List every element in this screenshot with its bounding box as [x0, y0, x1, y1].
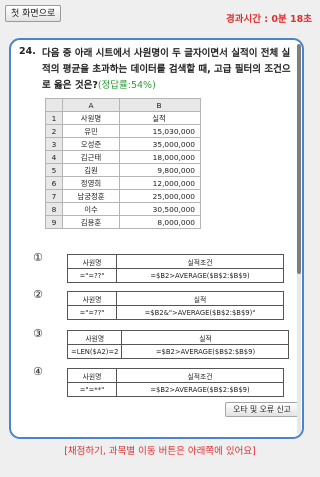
option-2-marker[interactable]: ②: [33, 289, 43, 301]
question-body: 다음 중 아래 시트에서 사원명이 두 글자이면서 실적이 전체 실적의 평균을…: [42, 48, 291, 91]
criteria-header-1: 사원명: [67, 254, 117, 269]
question-text: 다음 중 아래 시트에서 사원명이 두 글자이면서 실적이 전체 실적의 평균을…: [42, 46, 298, 94]
spreadsheet: A B 1 사원명 실적 2 유민 15,030,000 3 오성준 35,000,000 …: [45, 98, 201, 229]
criteria-header-2: 실적조건: [116, 368, 284, 383]
option-1-marker[interactable]: ①: [33, 252, 43, 264]
criteria-value-1: ="=**": [67, 382, 117, 397]
cell-b: 9,800,000: [119, 163, 201, 177]
cell-a: 남궁정훈: [62, 189, 120, 203]
cell-a: 김원: [62, 163, 120, 177]
criteria-header-2: 실적: [121, 330, 290, 345]
criteria-header-1: 사원명: [66, 330, 123, 345]
corner-cell: [45, 98, 63, 112]
row-number: 2: [45, 124, 63, 138]
criteria-value-2: =$B2&">AVERAGE($B$2:$B$9)": [116, 305, 284, 320]
criteria-header-1: 사원명: [67, 368, 117, 383]
criteria-header-2: 실적: [116, 291, 284, 306]
cell-a: 사원명: [62, 111, 120, 125]
row-number: 8: [45, 202, 63, 216]
cell-a: 김근태: [62, 150, 120, 164]
report-error-button[interactable]: 오타 및 오류 신고: [225, 402, 299, 417]
cell-b: 실적: [119, 111, 201, 125]
row-number: 6: [45, 176, 63, 190]
cell-b: 8,000,000: [119, 215, 201, 229]
option-4-criteria[interactable]: 사원명 실적조건 ="=**" =$B2>AVERAGE($B$2:$B$9): [67, 368, 284, 397]
option-3-criteria[interactable]: 사원명 실적 =LEN($A2)=2 =$B2>AVERAGE($B$2:$B$9): [66, 330, 290, 359]
cell-b: 25,000,000: [119, 189, 201, 203]
criteria-value-1: ="=??": [67, 268, 117, 283]
row-number: 7: [45, 189, 63, 203]
option-1-criteria[interactable]: 사원명 실적조건 ="=??" =$B2>AVERAGE($B$2:$B$9): [67, 254, 284, 283]
criteria-value-2: =$B2>AVERAGE($B$2:$B$9): [116, 268, 284, 283]
cell-a: 오성준: [62, 137, 120, 151]
footer-notice: [채점하기, 과목별 이동 버튼은 아래쪽에 있어요]: [64, 446, 256, 457]
cell-b: 30,500,000: [119, 202, 201, 216]
cell-b: 15,030,000: [119, 124, 201, 138]
option-4-marker[interactable]: ④: [33, 366, 43, 378]
cell-a: 유민: [62, 124, 120, 138]
cell-b: 12,000,000: [119, 176, 201, 190]
home-button[interactable]: 첫 화면으로: [5, 5, 62, 22]
col-header-b: B: [119, 98, 201, 112]
criteria-header-2: 실적조건: [116, 254, 284, 269]
criteria-value-2: =$B2>AVERAGE($B$2:$B$9): [121, 344, 290, 359]
row-number: 3: [45, 137, 63, 151]
criteria-value-1: =LEN($A2)=2: [66, 344, 123, 359]
scrollbar-thumb[interactable]: [297, 44, 301, 274]
option-2-criteria[interactable]: 사원명 실적 ="=??" =$B2&">AVERAGE($B$2:$B$9)": [67, 291, 284, 320]
criteria-header-1: 사원명: [67, 291, 117, 306]
elapsed-timer: 경과시간 : 0분 18초: [226, 14, 312, 25]
criteria-value-2: =$B2>AVERAGE($B$2:$B$9): [116, 382, 284, 397]
cell-b: 35,000,000: [119, 137, 201, 151]
correct-rate: (정답률:54%): [97, 80, 156, 91]
question-card: 24. 다음 중 아래 시트에서 사원명이 두 글자이면서 실적이 전체 실적의…: [9, 38, 304, 439]
row-number: 1: [45, 111, 63, 125]
col-header-a: A: [62, 98, 120, 112]
cell-b: 18,000,000: [119, 150, 201, 164]
cell-a: 김용훈: [62, 215, 120, 229]
cell-a: 정영희: [62, 176, 120, 190]
row-number: 4: [45, 150, 63, 164]
row-number: 9: [45, 215, 63, 229]
scrollbar[interactable]: [297, 44, 301, 434]
criteria-value-1: ="=??": [67, 305, 117, 320]
question-number: 24.: [19, 46, 36, 57]
row-number: 5: [45, 163, 63, 177]
cell-a: 이수: [62, 202, 120, 216]
option-3-marker[interactable]: ③: [33, 328, 43, 340]
